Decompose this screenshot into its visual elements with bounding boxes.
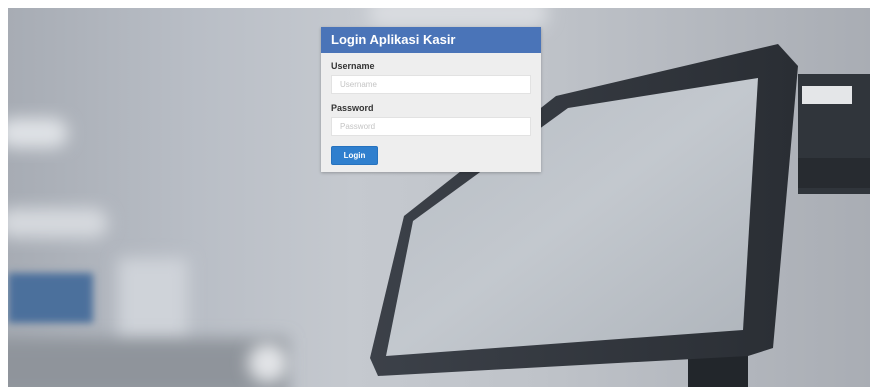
password-label: Password	[331, 103, 374, 113]
login-button[interactable]: Login	[331, 146, 378, 165]
login-title: Login Aplikasi Kasir	[321, 27, 541, 53]
login-panel: Login Aplikasi Kasir Username Password L…	[321, 27, 541, 172]
password-input[interactable]	[331, 117, 531, 136]
username-label: Username	[331, 61, 375, 71]
username-input[interactable]	[331, 75, 531, 94]
